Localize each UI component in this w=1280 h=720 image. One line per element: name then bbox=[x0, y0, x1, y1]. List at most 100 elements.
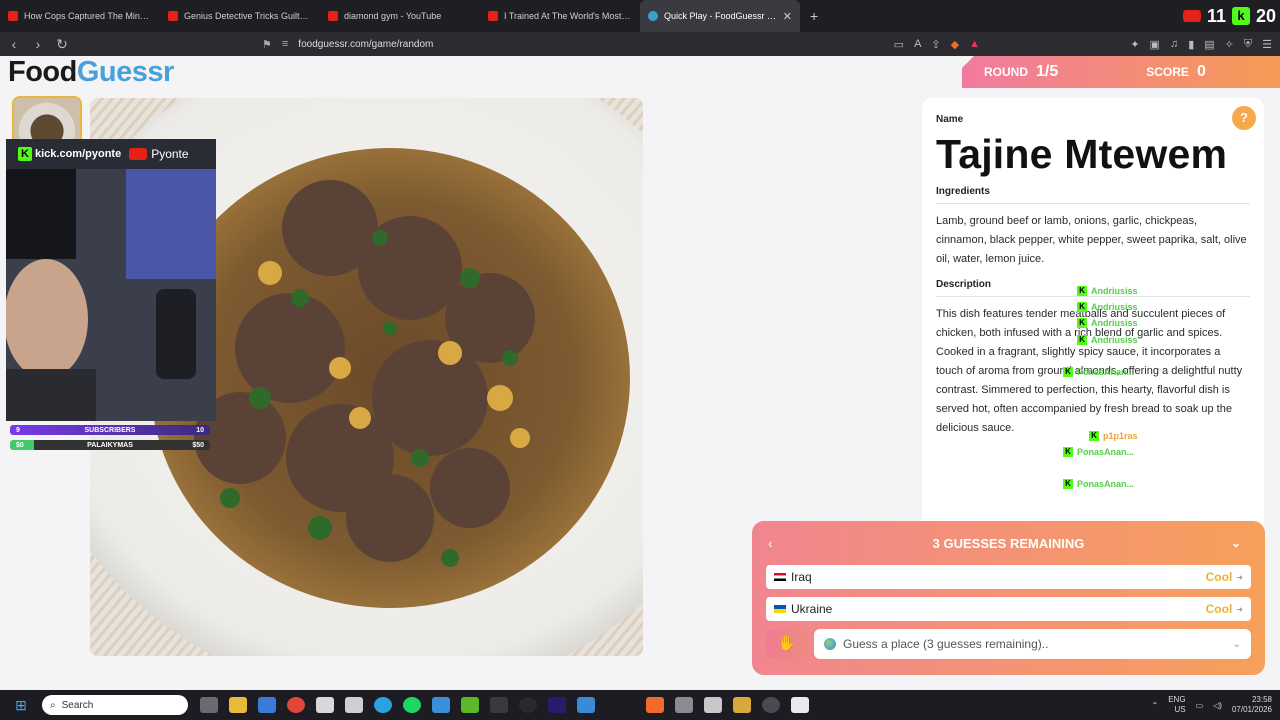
chat-line: K PonasAnan... bbox=[1063, 367, 1134, 377]
guess-panel-header[interactable]: ‹ 3 GUESSES REMAINING ⌄ bbox=[766, 529, 1251, 557]
bookmark-icon[interactable]: ⚑ bbox=[262, 38, 272, 51]
chat-line: K Andriusiss bbox=[1077, 335, 1138, 345]
browser-toolbar: ✦ ▣ ♫ ▮ ▤ ✧ ⛨ ☰ bbox=[1130, 32, 1272, 56]
sidebar-icon[interactable]: ▮ bbox=[1188, 38, 1194, 51]
close-tab-icon[interactable]: ✕ bbox=[777, 10, 792, 23]
tab-4[interactable]: I Trained At The World's Most Dange bbox=[480, 0, 640, 32]
youtube-count: 11 bbox=[1206, 5, 1226, 26]
address-bar: ‹ › ↻ ⚑ ≡ foodguessr.com/game/random ▭ A… bbox=[0, 32, 1280, 56]
logo-part-1: Food bbox=[8, 56, 77, 88]
kick-icon: K bbox=[1077, 286, 1087, 296]
youtube-icon bbox=[328, 11, 338, 21]
shield-icon[interactable]: ◆ bbox=[951, 38, 959, 51]
reload-icon[interactable]: ↻ bbox=[52, 36, 72, 53]
app-icon[interactable] bbox=[316, 697, 334, 713]
volume-icon[interactable]: ◁) bbox=[1213, 701, 1222, 710]
app-icon[interactable] bbox=[675, 697, 693, 713]
screen-icon[interactable]: ▭ bbox=[894, 38, 904, 51]
premiere-icon[interactable] bbox=[548, 697, 566, 713]
translate-icon[interactable]: A bbox=[914, 38, 921, 50]
name-label: Name bbox=[936, 114, 964, 125]
guess-row: Ukraine Cool ➜ bbox=[766, 597, 1251, 621]
tab-3[interactable]: diamond gym - YouTube bbox=[320, 0, 480, 32]
language-indicator[interactable]: ENG US bbox=[1168, 695, 1185, 715]
tab-1[interactable]: How Cops Captured The Minnesota bbox=[0, 0, 160, 32]
forward-icon[interactable]: › bbox=[28, 36, 48, 52]
youtube-icon bbox=[1182, 10, 1201, 22]
chat-line: K Andriusiss bbox=[1077, 286, 1138, 296]
clock[interactable]: 23:58 07/01/2026 bbox=[1232, 695, 1272, 715]
obs-icon[interactable] bbox=[519, 697, 537, 713]
app-icon[interactable] bbox=[791, 697, 809, 713]
kick-count: 20 bbox=[1255, 5, 1276, 26]
guesses-remaining-title: 3 GUESSES REMAINING bbox=[932, 535, 1085, 551]
streamer-handles: Kkick.com/pyonte Pyonte bbox=[6, 139, 216, 169]
steam-icon[interactable] bbox=[762, 697, 780, 713]
url-field[interactable]: ⚑ ≡ foodguessr.com/game/random bbox=[262, 38, 433, 51]
tab-2[interactable]: Genius Detective Tricks Guilty Suspe bbox=[160, 0, 320, 32]
webcam-overlay: Kkick.com/pyonte Pyonte bbox=[6, 139, 216, 421]
new-tab-button[interactable]: + bbox=[810, 8, 818, 24]
score-value: 0 bbox=[1196, 63, 1206, 80]
site-settings-icon[interactable]: ≡ bbox=[282, 38, 288, 50]
kick-icon: K bbox=[1077, 302, 1087, 312]
wallet-icon[interactable]: ▤ bbox=[1204, 38, 1214, 51]
store-icon[interactable] bbox=[258, 697, 276, 713]
url-text: foodguessr.com/game/random bbox=[298, 38, 434, 50]
edge-icon[interactable] bbox=[374, 697, 392, 713]
chat-user: Andriusiss bbox=[1091, 318, 1138, 328]
guess-placeholder: Guess a place (3 guesses remaining).. bbox=[843, 637, 1049, 651]
hint-button[interactable]: ✋ bbox=[766, 629, 808, 659]
chat-user: PonasAnan... bbox=[1077, 447, 1135, 457]
logo[interactable]: FoodGuessr bbox=[8, 56, 174, 89]
extensions-icon[interactable]: ✦ bbox=[1130, 38, 1139, 51]
windows-start-icon[interactable]: ⊞ bbox=[6, 697, 36, 714]
help-button[interactable]: ? bbox=[1232, 106, 1256, 130]
kick-icon: K bbox=[18, 147, 32, 161]
tray-chevron-icon[interactable]: ⌃ bbox=[1152, 701, 1159, 710]
kick-icon: K bbox=[1089, 431, 1099, 441]
chevron-left-icon[interactable]: ‹ bbox=[768, 535, 773, 551]
nvidia-icon[interactable] bbox=[461, 697, 479, 713]
network-icon[interactable]: ▭ bbox=[1196, 701, 1204, 710]
media-icon[interactable]: ♫ bbox=[1170, 38, 1178, 50]
iraq-flag-icon bbox=[774, 573, 786, 581]
chat-user: PonasAnan... bbox=[1077, 367, 1135, 377]
youtube-icon bbox=[8, 11, 18, 21]
share-icon[interactable]: ⇪ bbox=[931, 38, 940, 51]
chevron-down-icon[interactable]: ⌄ bbox=[1233, 639, 1241, 650]
tab-5-active[interactable]: Quick Play - FoodGuessr | Food✕ bbox=[640, 0, 800, 32]
rewards-icon[interactable]: ▲ bbox=[969, 38, 980, 50]
spotify-icon[interactable] bbox=[403, 697, 421, 713]
kick-badge: Kkick.com/pyonte bbox=[18, 147, 121, 161]
chevron-down-icon[interactable]: ⌄ bbox=[1231, 536, 1241, 550]
guess-input[interactable]: Guess a place (3 guesses remaining).. ⌄ bbox=[814, 629, 1251, 659]
back-icon[interactable]: ‹ bbox=[4, 36, 24, 52]
app-icon[interactable] bbox=[733, 697, 751, 713]
photos-icon[interactable] bbox=[432, 697, 450, 713]
globe-icon bbox=[824, 638, 836, 650]
kick-icon: K bbox=[1063, 479, 1073, 489]
taskbar-search[interactable]: ⌕ Search bbox=[42, 695, 188, 715]
foodguessr-favicon-icon bbox=[648, 11, 658, 21]
app-icon[interactable] bbox=[490, 697, 508, 713]
chat-line: Kp1p1ras bbox=[1089, 431, 1138, 441]
chat-user: Andriusiss bbox=[1091, 286, 1138, 296]
stream-overlay-counter: 11 k 20 bbox=[1182, 0, 1280, 32]
brave-icon[interactable] bbox=[646, 697, 664, 713]
youtube-icon bbox=[168, 11, 178, 21]
youtube-icon bbox=[129, 148, 148, 160]
screenshot-icon[interactable]: ▣ bbox=[1150, 38, 1160, 51]
youtube-handle: Pyonte bbox=[151, 147, 189, 161]
system-tray: ⌃ ENG US ▭ ◁) 23:58 07/01/2026 bbox=[1152, 690, 1272, 720]
file-explorer-icon[interactable] bbox=[229, 697, 247, 713]
ai-icon[interactable]: ✧ bbox=[1225, 38, 1234, 51]
guess-input-row: ✋ Guess a place (3 guesses remaining).. … bbox=[766, 629, 1251, 659]
app-icon[interactable] bbox=[577, 697, 595, 713]
vpn-icon[interactable]: ⛨ bbox=[1244, 38, 1252, 51]
menu-icon[interactable]: ☰ bbox=[1262, 38, 1272, 51]
chrome-icon[interactable] bbox=[287, 697, 305, 713]
app-icon[interactable] bbox=[704, 697, 722, 713]
task-view-icon[interactable] bbox=[200, 697, 218, 713]
app-icon[interactable] bbox=[345, 697, 363, 713]
